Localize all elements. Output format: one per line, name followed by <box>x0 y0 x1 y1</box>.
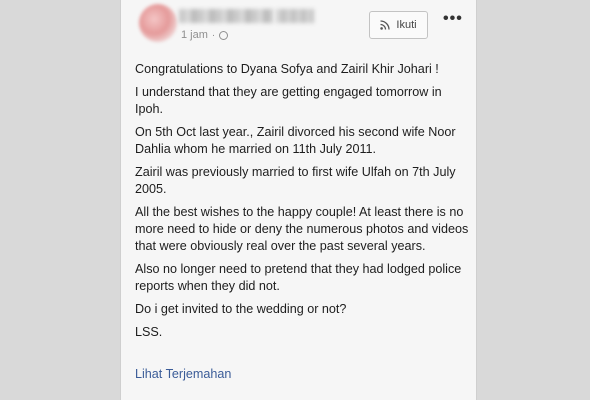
post-paragraph: I understand that they are getting engag… <box>135 85 442 116</box>
see-translation-link[interactable]: Lihat Terjemahan <box>135 367 231 381</box>
follow-label: Ikuti <box>396 19 417 31</box>
rss-icon <box>380 20 391 30</box>
post-paragraph: Also no longer need to pretend that they… <box>135 262 462 293</box>
post-card: 1 jam · Ikuti ••• Congratulations to Dya… <box>120 0 477 400</box>
follow-button[interactable]: Ikuti <box>369 11 428 39</box>
post-time[interactable]: 1 jam <box>181 29 208 41</box>
post-paragraph: All the best wishes to the happy couple!… <box>135 205 469 253</box>
post-meta: 1 jam · <box>181 29 229 41</box>
author-name-redacted[interactable] <box>179 9 273 23</box>
more-horizontal-icon[interactable]: ••• <box>443 10 463 28</box>
meta-separator: · <box>211 29 216 41</box>
author-name-redacted-2[interactable] <box>276 9 314 23</box>
post-paragraph: On 5th Oct last year., Zairil divorced h… <box>135 125 456 156</box>
post-paragraph: Do i get invited to the wedding or not? <box>135 302 347 316</box>
avatar[interactable] <box>139 4 177 42</box>
post-paragraph: Congratulations to Dyana Sofya and Zairi… <box>135 62 439 76</box>
globe-icon <box>219 30 229 40</box>
post-paragraph: LSS. <box>135 325 163 339</box>
post-paragraph: Zairil was previously married to first w… <box>135 165 456 196</box>
post-body: Congratulations to Dyana Sofya and Zairi… <box>135 61 473 347</box>
